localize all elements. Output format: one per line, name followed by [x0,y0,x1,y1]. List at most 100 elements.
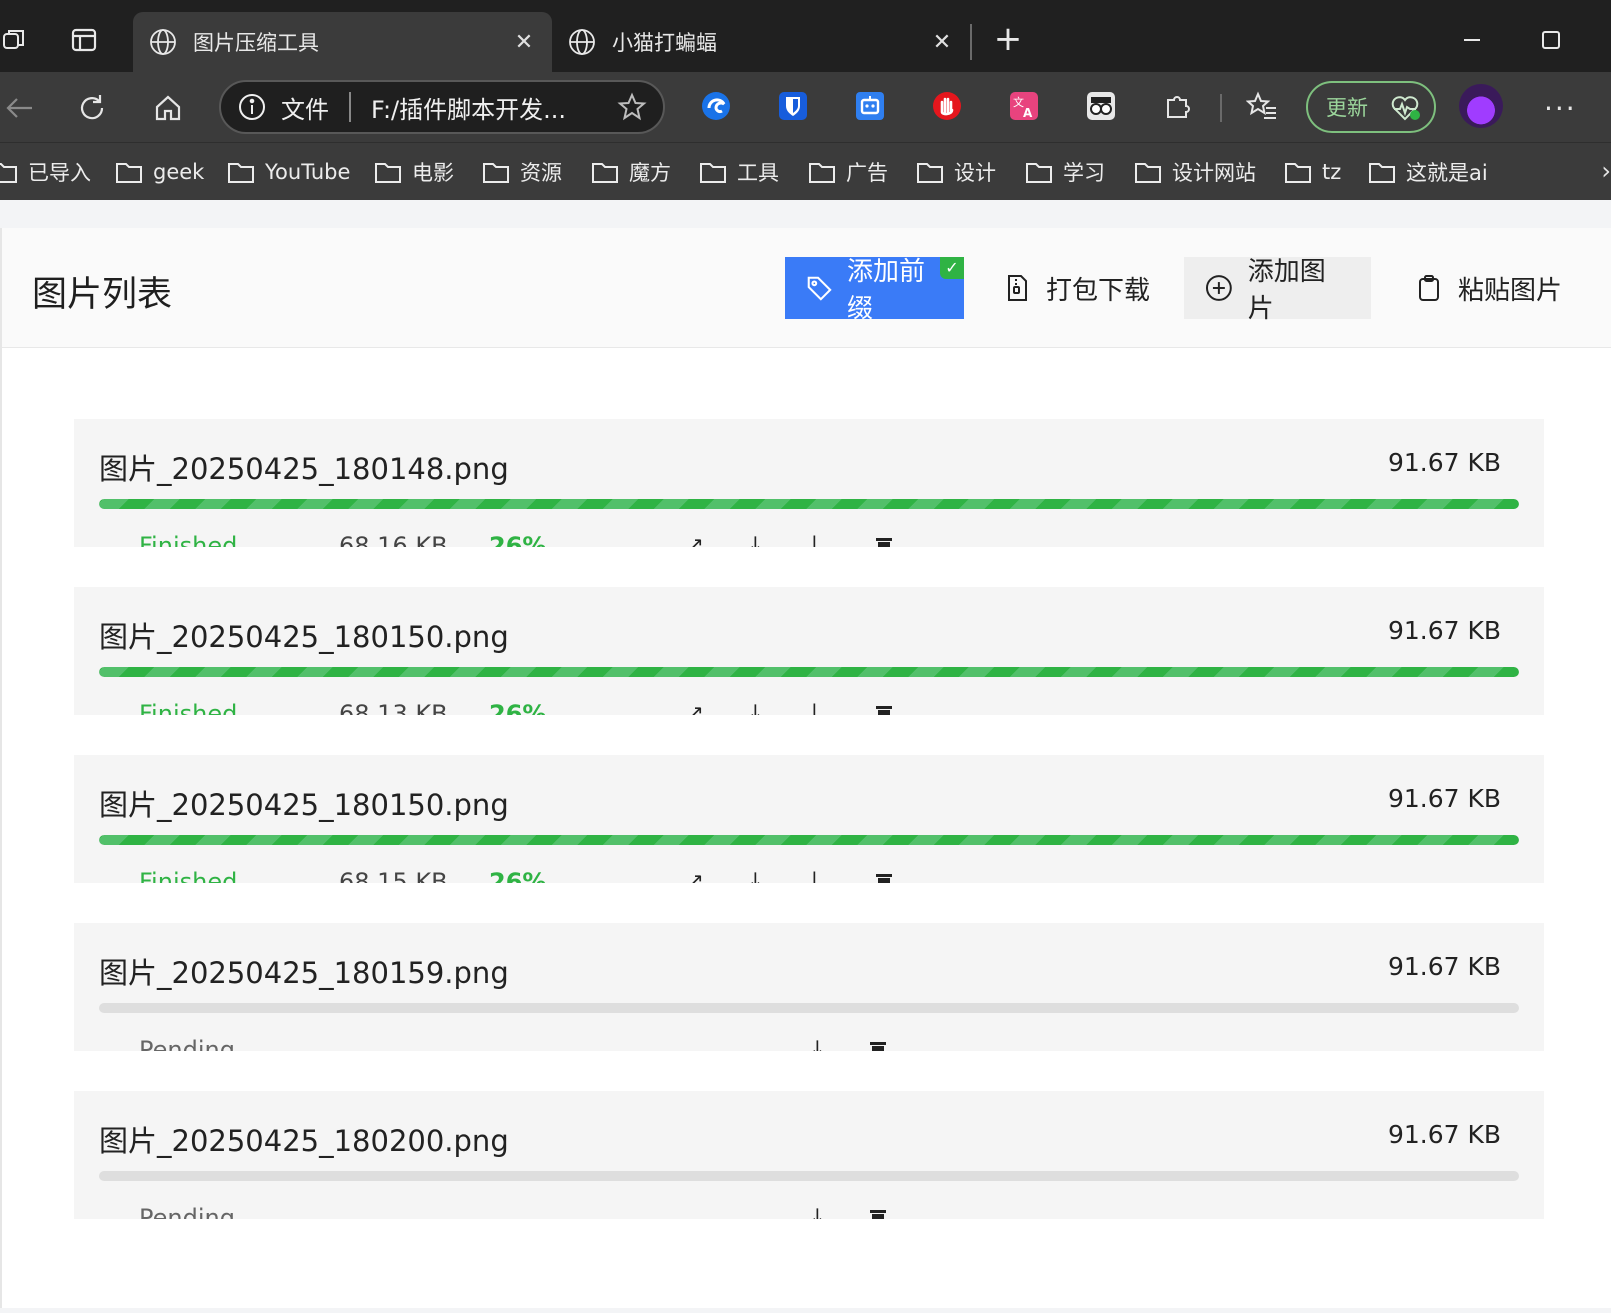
adblock-hand-icon[interactable] [931,90,963,122]
bitwarden-icon[interactable] [777,90,809,122]
trash-icon[interactable] [873,872,895,883]
close-tab-icon[interactable]: ✕ [512,30,536,55]
trash-icon[interactable] [867,1040,889,1051]
open-icon[interactable]: ↗ [687,700,704,715]
list-item: 图片_20250425_180148.png 91.67 KB Finished… [74,419,1544,547]
bookmark-folder[interactable]: 工具 [699,157,779,187]
scheme-label: 文件 [281,95,329,124]
globe-icon [569,29,595,55]
translate-icon[interactable]: 文A [1008,90,1040,122]
download-icon[interactable]: ↓ [747,532,764,547]
bookmark-folder[interactable]: YouTube [227,157,350,187]
bookmarks-bar: 已导入 geek YouTube 电影 资源 魔方 工具 广告 设计 学习 设计… [0,142,1611,200]
close-tab-icon[interactable]: ✕ [930,30,954,55]
checkmark-icon: ✓ [940,257,964,279]
toolbar-divider [1220,94,1222,122]
folder-icon [116,163,142,183]
progress-fill [99,667,1519,677]
divider-icon: | [811,532,818,547]
globe-icon [150,29,176,55]
more-menu-icon[interactable]: ··· [1544,92,1577,125]
page-header: 图片列表 添加前缀 ✓ 打包下载 添加图片 粘贴图片 [2,228,1611,348]
bookmark-folder[interactable]: 广告 [808,157,888,187]
bookmark-folder[interactable]: 设计网站 [1134,157,1256,187]
bookmark-folder[interactable]: 这就是ai [1368,157,1488,187]
info-icon[interactable] [237,92,267,122]
bot-icon[interactable] [854,90,886,122]
bookmark-folder[interactable]: 魔方 [591,157,671,187]
bookmark-folder[interactable]: 学习 [1025,157,1105,187]
workspaces-icon[interactable] [0,26,28,54]
update-button[interactable]: 更新 [1306,81,1436,133]
divider-icon: | [811,868,818,883]
bookmark-folder[interactable]: 已导入 [0,157,91,187]
folder-icon [917,163,943,183]
tab-separator [970,24,972,60]
tab-title: 图片压缩工具 [193,31,319,55]
folder-icon [700,163,726,183]
tab-cat-game[interactable]: 小猫打蝙蝠 ✕ [552,12,970,72]
download-zip-button[interactable]: 打包下载 [982,257,1170,319]
file-size: 91.67 KB [1387,952,1501,981]
bookmark-folder[interactable]: 电影 [374,157,454,187]
list-item: 图片_20250425_180150.png 91.67 KB Finished… [74,755,1544,883]
progress-bar [99,1171,1519,1181]
add-image-button[interactable]: 添加图片 [1184,257,1371,324]
profile-avatar[interactable] [1459,84,1503,128]
add-image-label: 添加图片 [1247,257,1326,324]
tab-actions-icon[interactable] [70,26,98,54]
edge-extension-icon[interactable] [700,90,732,122]
minimize-icon[interactable] [1452,22,1492,58]
file-size: 91.67 KB [1387,448,1501,477]
new-tab-button[interactable]: + [990,22,1026,58]
file-size: 91.67 KB [1387,616,1501,645]
compression-ratio: 26% [489,868,547,883]
file-name: 图片_20250425_180200.png [99,1124,509,1158]
progress-fill [99,835,1519,845]
url-text[interactable]: F:/插件脚本开发... [371,90,617,125]
progress-fill [99,499,1519,509]
update-label: 更新 [1326,96,1368,120]
favorite-star-icon[interactable] [617,92,647,122]
tab-image-compressor[interactable]: 图片压缩工具 ✕ [133,12,552,72]
open-icon[interactable]: ↗ [687,532,704,547]
refresh-icon[interactable] [72,88,112,128]
download-icon[interactable]: ↓ [747,868,764,883]
progress-bar [99,835,1519,845]
folder-icon [0,163,17,183]
download-icon[interactable]: ↓ [809,1204,826,1219]
divider-icon: | [811,700,818,715]
clipboard-icon [1419,275,1439,301]
folder-icon [1285,163,1311,183]
bookmark-folder[interactable]: tz [1284,157,1341,187]
bookmark-folder[interactable]: 资源 [482,157,562,187]
trash-icon[interactable] [873,536,895,547]
home-icon[interactable] [148,88,188,128]
address-bar[interactable]: 文件 F:/插件脚本开发... [219,80,665,134]
compressed-size: 68.15 KB [339,868,448,883]
status-label: Pending [139,1204,235,1219]
bookmark-folder[interactable]: geek [115,157,204,187]
download-icon[interactable]: ↓ [809,1036,826,1051]
svg-text:A: A [1023,106,1033,120]
glasses-icon[interactable] [1085,90,1117,122]
browser-tab-bar: 图片压缩工具 ✕ 小猫打蝙蝠 ✕ + [0,0,1611,72]
favorites-list-icon[interactable] [1246,90,1278,122]
paste-image-button[interactable]: 粘贴图片 [1394,257,1582,319]
bookmark-folder[interactable]: 设计 [916,157,996,187]
trash-icon[interactable] [867,1208,889,1219]
trash-icon[interactable] [873,704,895,715]
puzzle-icon[interactable] [1162,90,1194,122]
image-compressor-page: 图片列表 添加前缀 ✓ 打包下载 添加图片 粘贴图片 图片_20250425_1… [0,228,1611,1308]
bookmarks-overflow-icon[interactable]: › [1601,157,1611,185]
download-icon[interactable]: ↓ [747,700,764,715]
heartbeat-icon [1391,96,1420,121]
open-icon[interactable]: ↗ [687,868,704,883]
add-prefix-button[interactable]: 添加前缀 ✓ [785,257,964,324]
back-icon[interactable] [0,88,40,128]
maximize-icon[interactable] [1531,22,1571,58]
file-size: 91.67 KB [1387,784,1501,813]
download-zip-label: 打包下载 [1046,275,1151,306]
page-title: 图片列表 [32,275,173,315]
status-label: Finished [139,700,238,715]
